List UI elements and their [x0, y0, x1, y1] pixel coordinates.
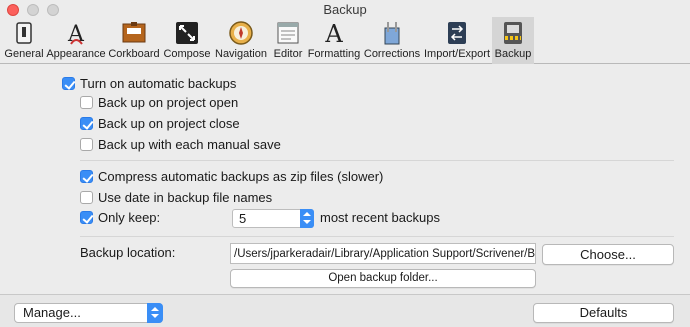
keep-count-value[interactable]: 5: [239, 211, 246, 226]
use-date-label: Use date in backup file names: [98, 190, 273, 205]
zoom-window-button[interactable]: [47, 4, 59, 16]
backup-on-save-label: Back up with each manual save: [98, 137, 281, 152]
only-keep-checkbox[interactable]: [80, 211, 93, 224]
toolbar-item-corkboard[interactable]: Corkboard: [106, 17, 162, 64]
backup-on-open-label: Back up on project open: [98, 95, 239, 110]
svg-text:A: A: [67, 22, 85, 46]
backup-icon: [504, 22, 522, 44]
only-keep-label: Only keep:: [98, 210, 161, 225]
defaults-button[interactable]: Defaults: [533, 303, 674, 323]
backup-on-save-checkbox[interactable]: [80, 138, 93, 151]
formatting-icon: A: [324, 20, 343, 46]
general-icon: [16, 22, 32, 44]
manage-popup-label: Manage...: [23, 305, 81, 320]
keep-count-suffix: most recent backups: [320, 210, 440, 225]
backup-location-label: Backup location:: [80, 245, 176, 260]
section-divider: [80, 160, 674, 161]
toolbar-item-backup[interactable]: Backup: [492, 17, 534, 64]
compose-icon: [176, 22, 198, 44]
backup-on-close-checkbox[interactable]: [80, 117, 93, 130]
toolbar-item-import-export[interactable]: Import/Export: [422, 17, 492, 64]
backup-location-field[interactable]: /Users/jparkeradair/Library/Application …: [230, 243, 536, 264]
auto-backups-label: Turn on automatic backups: [80, 76, 237, 91]
open-backup-folder-button[interactable]: Open backup folder...: [230, 269, 536, 288]
compress-label: Compress automatic backups as zip files …: [98, 169, 384, 184]
choose-location-button[interactable]: Choose...: [542, 244, 674, 265]
toolbar-item-corrections[interactable]: Corrections: [362, 17, 422, 64]
popup-arrows-icon: [147, 303, 163, 323]
bottom-bar: Manage... Defaults: [0, 294, 690, 327]
editor-icon: [277, 22, 299, 44]
keep-count-arrows-icon[interactable]: [300, 209, 314, 228]
use-date-checkbox[interactable]: [80, 191, 93, 204]
preferences-toolbar: General A Appearance Corkboard Compose N…: [0, 17, 690, 64]
corrections-icon: [384, 22, 400, 45]
backup-on-open-checkbox[interactable]: [80, 96, 93, 109]
corkboard-icon: [122, 22, 146, 43]
toolbar-item-compose[interactable]: Compose: [162, 17, 212, 64]
appearance-icon: A: [67, 22, 85, 46]
compress-checkbox[interactable]: [80, 170, 93, 183]
section-divider-2: [80, 236, 674, 237]
close-window-button[interactable]: [7, 4, 19, 16]
backup-preferences-pane: Turn on automatic backups Back up on pro…: [0, 64, 690, 294]
toolbar-item-general[interactable]: General: [2, 17, 46, 64]
window-title: Backup: [323, 2, 367, 17]
backup-on-close-label: Back up on project close: [98, 116, 240, 131]
manage-popup[interactable]: Manage...: [14, 303, 163, 323]
toolbar-item-navigation[interactable]: Navigation: [212, 17, 270, 64]
navigation-icon: [229, 21, 253, 45]
minimize-window-button[interactable]: [27, 4, 39, 16]
toolbar-item-editor[interactable]: Editor: [270, 17, 306, 64]
svg-text:A: A: [324, 20, 343, 46]
auto-backups-checkbox[interactable]: [62, 77, 75, 90]
import-export-icon: [448, 22, 466, 44]
toolbar-item-appearance[interactable]: A Appearance: [46, 17, 106, 64]
toolbar-item-formatting[interactable]: A Formatting: [306, 17, 362, 64]
keep-count-stepper[interactable]: 5: [232, 209, 314, 228]
